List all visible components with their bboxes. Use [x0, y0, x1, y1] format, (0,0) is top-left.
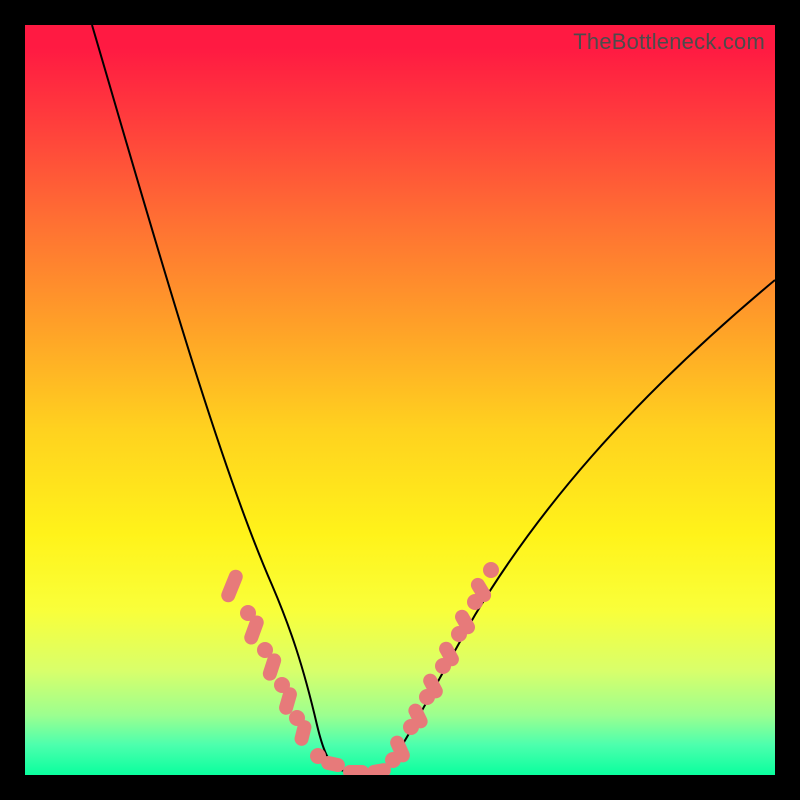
plot-area: TheBottleneck.com — [25, 25, 775, 775]
outer-frame: TheBottleneck.com — [0, 0, 800, 800]
curve-left — [92, 25, 338, 769]
valley-cluster — [310, 748, 401, 775]
curve-right — [387, 280, 775, 768]
bottleneck-curve — [25, 25, 775, 775]
right-cluster — [388, 562, 499, 765]
